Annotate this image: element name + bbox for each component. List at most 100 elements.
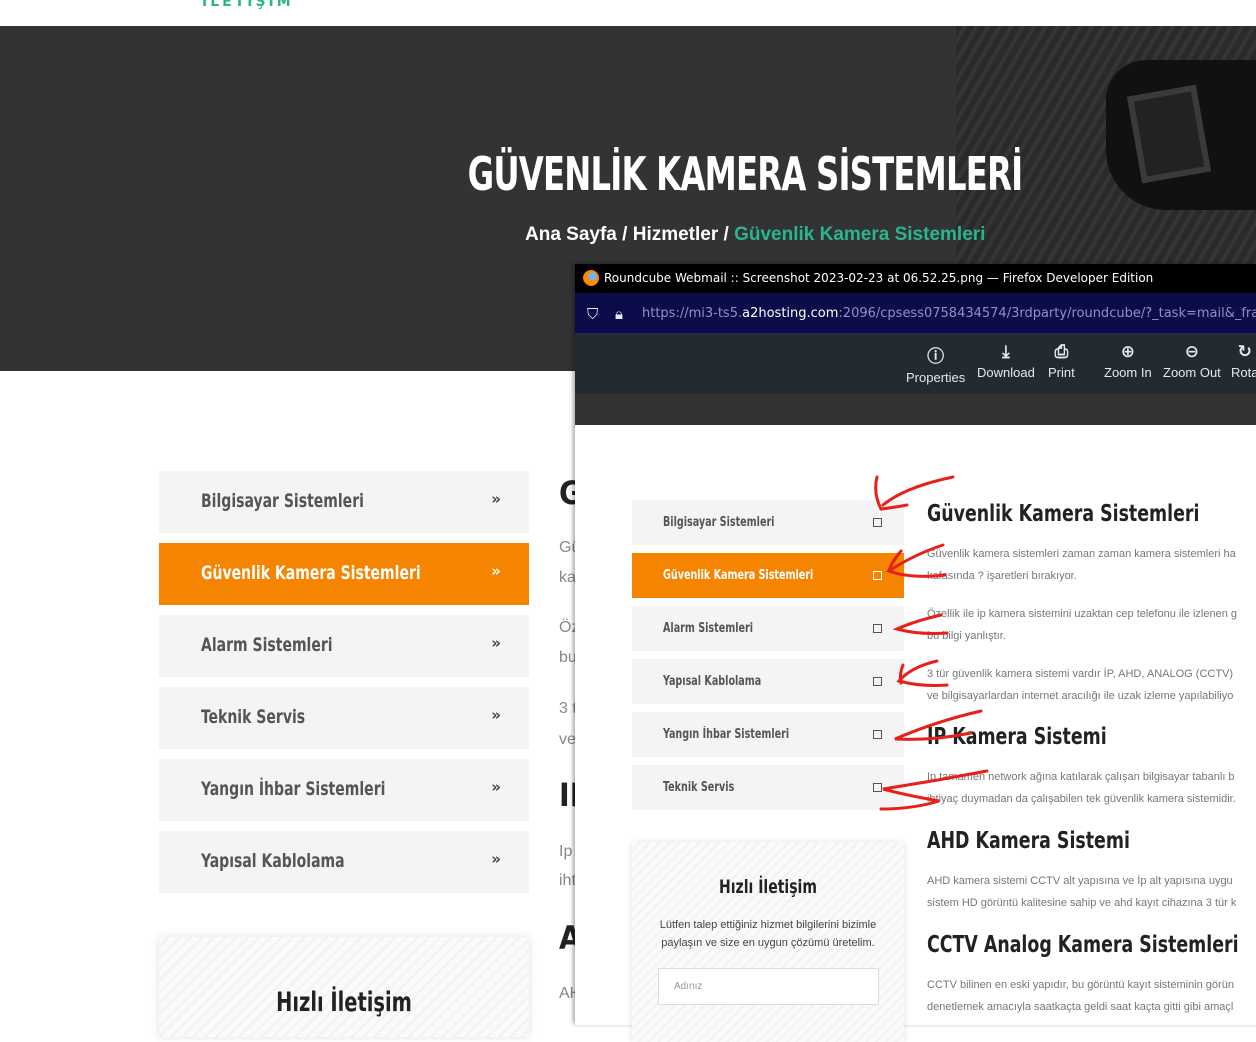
sidebar-item-guvenlik-kamera[interactable]: Güvenlik Kamera Sistemleri » xyxy=(159,543,529,605)
url-host: a2hosting.com xyxy=(742,306,839,321)
tool-label: Zoom In xyxy=(1104,365,1152,380)
shot-menu-item: Alarm Sistemleri xyxy=(632,606,904,651)
tool-label: Print xyxy=(1048,365,1075,380)
breadcrumb-separator: / xyxy=(622,224,628,245)
shot-heading: AHD Kamera Sistemi xyxy=(927,828,1130,854)
quick-contact-title: Hızlı İletişim xyxy=(276,987,412,1018)
viewer-header-strip xyxy=(575,394,1256,425)
print-icon: ⎙ xyxy=(1054,342,1069,362)
sidebar-item-yapisal-kablolama[interactable]: Yapısal Kablolama » xyxy=(159,831,529,893)
tool-label: Properties xyxy=(906,370,966,385)
shot-name-placeholder: Adınız xyxy=(674,981,703,992)
zoom-in-icon: ⊕ xyxy=(1120,342,1135,362)
shot-quick-text: Lütfen talep ettiğiniz hizmet bilgilerin… xyxy=(652,916,884,952)
chevron-right-icon: » xyxy=(491,562,501,580)
shield-icon[interactable]: ⛉ xyxy=(587,305,598,323)
download-icon: ⤓ xyxy=(1002,342,1010,362)
shot-paragraph-line: denetlemek amacıyla saatkaçta geldi saat… xyxy=(927,1001,1234,1013)
sidebar-item-alarm[interactable]: Alarm Sistemleri » xyxy=(159,615,529,677)
viewer-toolbar: ⓘ Properties ⤓ Download ⎙ Print ⊕ Zoom In ⊖ Z… xyxy=(575,334,1256,394)
window-titlebar[interactable]: Roundcube Webmail :: Screenshot 2023-02-… xyxy=(575,264,1256,293)
shot-paragraph-line: ihtiyaç duymadan da çalışabilen tek güve… xyxy=(927,793,1236,805)
firefox-icon xyxy=(583,270,599,286)
firefox-window: Roundcube Webmail :: Screenshot 2023-02-… xyxy=(575,264,1256,1042)
sidebar-item-label: Yangın İhbar Sistemleri xyxy=(201,778,386,800)
url-path: :2096/cpsess0758434574/3rdparty/roundcub… xyxy=(838,306,1256,321)
window-title: Roundcube Webmail :: Screenshot 2023-02-… xyxy=(604,271,1154,285)
square-icon xyxy=(873,571,882,580)
square-icon xyxy=(873,783,882,792)
chevron-right-icon: » xyxy=(491,778,501,796)
shot-name-field: Adınız xyxy=(658,968,879,1005)
shot-menu-label: Güvenlik Kamera Sistemleri xyxy=(663,568,814,583)
services-sidebar: Bilgisayar Sistemleri » Güvenlik Kamera S… xyxy=(159,471,529,903)
rotate-icon: ↻ xyxy=(1237,342,1252,362)
breadcrumb-section[interactable]: Hizmetler xyxy=(633,224,719,245)
info-icon: ⓘ xyxy=(927,347,945,367)
content-text-fragment: ve xyxy=(559,731,576,748)
shot-menu-label: Alarm Sistemleri xyxy=(663,621,754,636)
square-icon xyxy=(873,677,882,686)
tool-label: Rota xyxy=(1231,365,1256,380)
shot-paragraph-line: sistem HD görüntü kalitesine sahip ve ah… xyxy=(927,897,1237,909)
chevron-right-icon: » xyxy=(491,634,501,652)
print-button[interactable]: ⎙ Print xyxy=(1048,342,1075,380)
shot-heading: Güvenlik Kamera Sistemleri xyxy=(927,501,1200,527)
shot-paragraph-line: bu bilgi yanlıştır. xyxy=(927,630,1006,642)
shot-quick-text-line: Lütfen talep ettiğiniz hizmet bilgilerin… xyxy=(659,919,877,931)
sidebar-item-yangin-ihbar[interactable]: Yangın İhbar Sistemleri » xyxy=(159,759,529,821)
zoom-in-button[interactable]: ⊕ Zoom In xyxy=(1104,342,1152,380)
sidebar-item-label: Bilgisayar Sistemleri xyxy=(201,490,364,512)
content-text-fragment: ka xyxy=(559,569,576,586)
shot-paragraph-line: 3 tür güvenlik kamera sistemi vardır İP,… xyxy=(927,668,1234,680)
shot-quick-contact: Hızlı İletişim Lütfen talep ettiğiniz hi… xyxy=(632,842,904,1042)
lock-icon[interactable]: 🔒︎ xyxy=(615,305,623,323)
breadcrumb-separator: / xyxy=(723,224,729,245)
breadcrumb: Ana Sayfa / Hizmetler / Güvenlik Kamera … xyxy=(525,224,985,246)
url-prefix: https://mi3-ts5. xyxy=(642,306,743,321)
breadcrumb-current: Güvenlik Kamera Sistemleri xyxy=(734,224,986,245)
shot-paragraph-line: AHD kamera sistemi CCTV alt yapısına ve … xyxy=(927,875,1233,887)
sidebar-item-teknik-servis[interactable]: Teknik Servis » xyxy=(159,687,529,749)
shot-paragraph-line: CCTV bilinen en eski yapıdır, bu görüntü… xyxy=(927,979,1234,991)
shot-menu-item: Teknik Servis xyxy=(632,765,904,810)
download-button[interactable]: ⤓ Download xyxy=(977,342,1035,380)
shot-menu-item: Bilgisayar Sistemleri xyxy=(632,500,904,545)
shot-menu-item-active: Güvenlik Kamera Sistemleri xyxy=(632,553,904,598)
shot-paragraph-line: kafasında ? işaretleri bırakıyor. xyxy=(927,570,1077,582)
rotate-button[interactable]: ↻ Rota xyxy=(1231,342,1256,380)
url-text[interactable]: https://mi3-ts5.a2hosting.com:2096/cpses… xyxy=(642,306,1256,321)
content-text-fragment: Ip xyxy=(559,843,573,860)
shot-heading: IP Kamera Sistemi xyxy=(927,724,1107,750)
url-bar[interactable]: ⛉ 🔒︎ https://mi3-ts5.a2hosting.com:2096/… xyxy=(575,293,1256,334)
page-title: GÜVENLİK KAMERA SİSTEMLERİ xyxy=(467,147,1024,201)
sidebar-item-label: Yapısal Kablolama xyxy=(201,850,345,872)
chevron-right-icon: » xyxy=(491,490,501,508)
zoom-out-button[interactable]: ⊖ Zoom Out xyxy=(1163,342,1221,380)
screenshot-preview: Bilgisayar Sistemleri Güvenlik Kamera Si… xyxy=(575,425,1256,1042)
tool-label: Zoom Out xyxy=(1163,365,1221,380)
properties-button[interactable]: ⓘ Properties xyxy=(906,342,965,385)
sidebar-item-label: Alarm Sistemleri xyxy=(201,634,333,656)
breadcrumb-home[interactable]: Ana Sayfa xyxy=(525,224,617,245)
chevron-right-icon: » xyxy=(491,706,501,724)
shot-heading: CCTV Analog Kamera Sistemleri xyxy=(927,932,1239,958)
shot-paragraph-line: Ip tamamen network ağına katılarak çalış… xyxy=(927,771,1235,783)
chevron-right-icon: » xyxy=(491,850,501,868)
shot-quick-text-line: paylaşın ve size en uygun çözümü üreteli… xyxy=(661,937,875,949)
shot-menu-item: Yangın İhbar Sistemleri xyxy=(632,712,904,757)
square-icon xyxy=(873,518,882,527)
zoom-out-icon: ⊖ xyxy=(1184,342,1200,362)
site-header: İLETİŞİM xyxy=(0,0,1256,26)
logo-text[interactable]: İLETİŞİM xyxy=(202,0,294,10)
tool-label: Download xyxy=(977,365,1035,380)
shot-paragraph-line: Özellik ile ip kamera sistemini uzaktan … xyxy=(927,608,1237,620)
sidebar-item-label: Teknik Servis xyxy=(201,706,306,728)
shot-menu-label: Yapısal Kablolama xyxy=(663,674,762,689)
content-text-fragment: iht xyxy=(559,872,576,889)
sidebar-item-bilgisayar[interactable]: Bilgisayar Sistemleri » xyxy=(159,471,529,533)
shot-menu-label: Teknik Servis xyxy=(663,780,735,795)
shot-paragraph-line: Güvenlik kamera sistemleri zaman zaman k… xyxy=(927,548,1236,560)
quick-contact-box: Hızlı İletişim xyxy=(159,937,529,1037)
shot-menu-label: Yangın İhbar Sistemleri xyxy=(663,727,790,742)
